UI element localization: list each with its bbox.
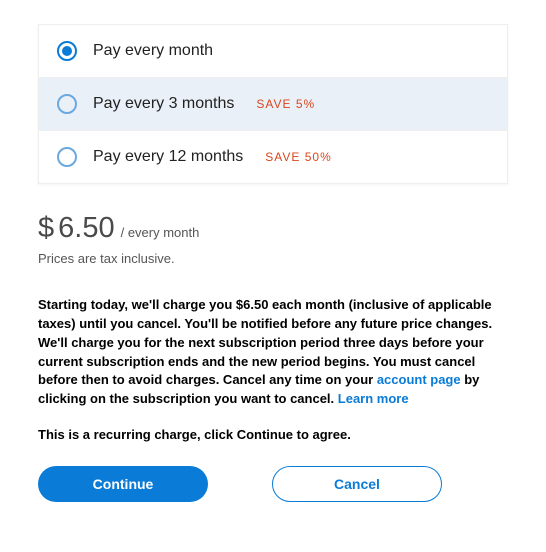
payment-frequency-options: Pay every month Pay every 3 months SAVE … bbox=[38, 24, 508, 184]
radio-icon bbox=[57, 41, 77, 61]
button-row: Continue Cancel bbox=[38, 466, 508, 502]
cancel-button[interactable]: Cancel bbox=[272, 466, 442, 502]
recurring-note: This is a recurring charge, click Contin… bbox=[38, 427, 508, 442]
option-pay-monthly[interactable]: Pay every month bbox=[39, 25, 507, 77]
price-amount: 6.50 bbox=[58, 212, 114, 245]
price-line: $6.50 / every month bbox=[38, 212, 508, 245]
price-currency: $ bbox=[38, 212, 54, 245]
option-pay-3-months[interactable]: Pay every 3 months SAVE 5% bbox=[39, 77, 507, 130]
radio-icon bbox=[57, 147, 77, 167]
tax-note: Prices are tax inclusive. bbox=[38, 251, 508, 266]
continue-button[interactable]: Continue bbox=[38, 466, 208, 502]
save-badge: SAVE 5% bbox=[256, 97, 315, 111]
radio-icon bbox=[57, 94, 77, 114]
option-label: Pay every 3 months bbox=[93, 95, 234, 113]
price-block: $6.50 / every month Prices are tax inclu… bbox=[38, 212, 508, 266]
price-period: / every month bbox=[121, 225, 200, 240]
save-badge: SAVE 50% bbox=[265, 150, 331, 164]
account-page-link[interactable]: account page bbox=[377, 372, 461, 387]
option-label: Pay every month bbox=[93, 42, 213, 60]
learn-more-link[interactable]: Learn more bbox=[338, 391, 409, 406]
terms-text: Starting today, we'll charge you $6.50 e… bbox=[38, 296, 508, 409]
option-pay-12-months[interactable]: Pay every 12 months SAVE 50% bbox=[39, 130, 507, 183]
option-label: Pay every 12 months bbox=[93, 148, 243, 166]
